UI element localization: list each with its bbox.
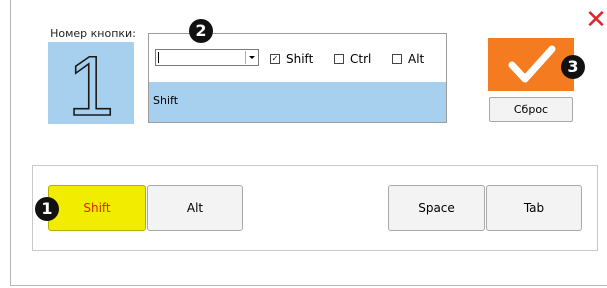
ctrl-checkbox[interactable]: Ctrl <box>334 52 371 66</box>
callout-badge-2: 2 <box>189 19 213 43</box>
alt-checkbox[interactable]: Alt <box>392 52 424 66</box>
ctrl-checkbox-label: Ctrl <box>350 52 372 66</box>
button-number-value: 1 <box>68 42 115 124</box>
layout-button-shift[interactable]: Shift <box>48 185 146 231</box>
modifier-panel: Shift <box>148 33 447 123</box>
callout-badge-3: 3 <box>561 55 585 79</box>
callout-badge-1: 1 <box>35 197 59 221</box>
layout-button-alt[interactable]: Alt <box>147 185 243 231</box>
text-caret <box>158 52 159 63</box>
key-select-dropdown[interactable] <box>155 49 259 66</box>
button-number-display: 1 <box>48 42 134 124</box>
close-icon[interactable]: ✕ <box>585 7 607 33</box>
alt-checkbox-label: Alt <box>408 52 425 66</box>
checkbox-unchecked-icon[interactable] <box>392 53 402 64</box>
shift-checkbox[interactable]: ✓ Shift <box>270 52 313 66</box>
button-number-label: Номер кнопки: <box>50 27 136 40</box>
checkbox-unchecked-icon[interactable] <box>334 53 344 64</box>
shift-checkbox-label: Shift <box>286 52 314 66</box>
checkbox-checked-icon[interactable]: ✓ <box>270 53 280 64</box>
checkmark-icon <box>508 45 556 83</box>
chevron-down-icon[interactable] <box>245 51 257 64</box>
layout-button-space[interactable]: Space <box>388 185 485 231</box>
layout-button-tab[interactable]: Tab <box>486 185 582 231</box>
combination-preview <box>149 82 446 122</box>
reset-button[interactable]: Сброс <box>489 97 573 122</box>
combination-text: Shift <box>153 94 179 107</box>
